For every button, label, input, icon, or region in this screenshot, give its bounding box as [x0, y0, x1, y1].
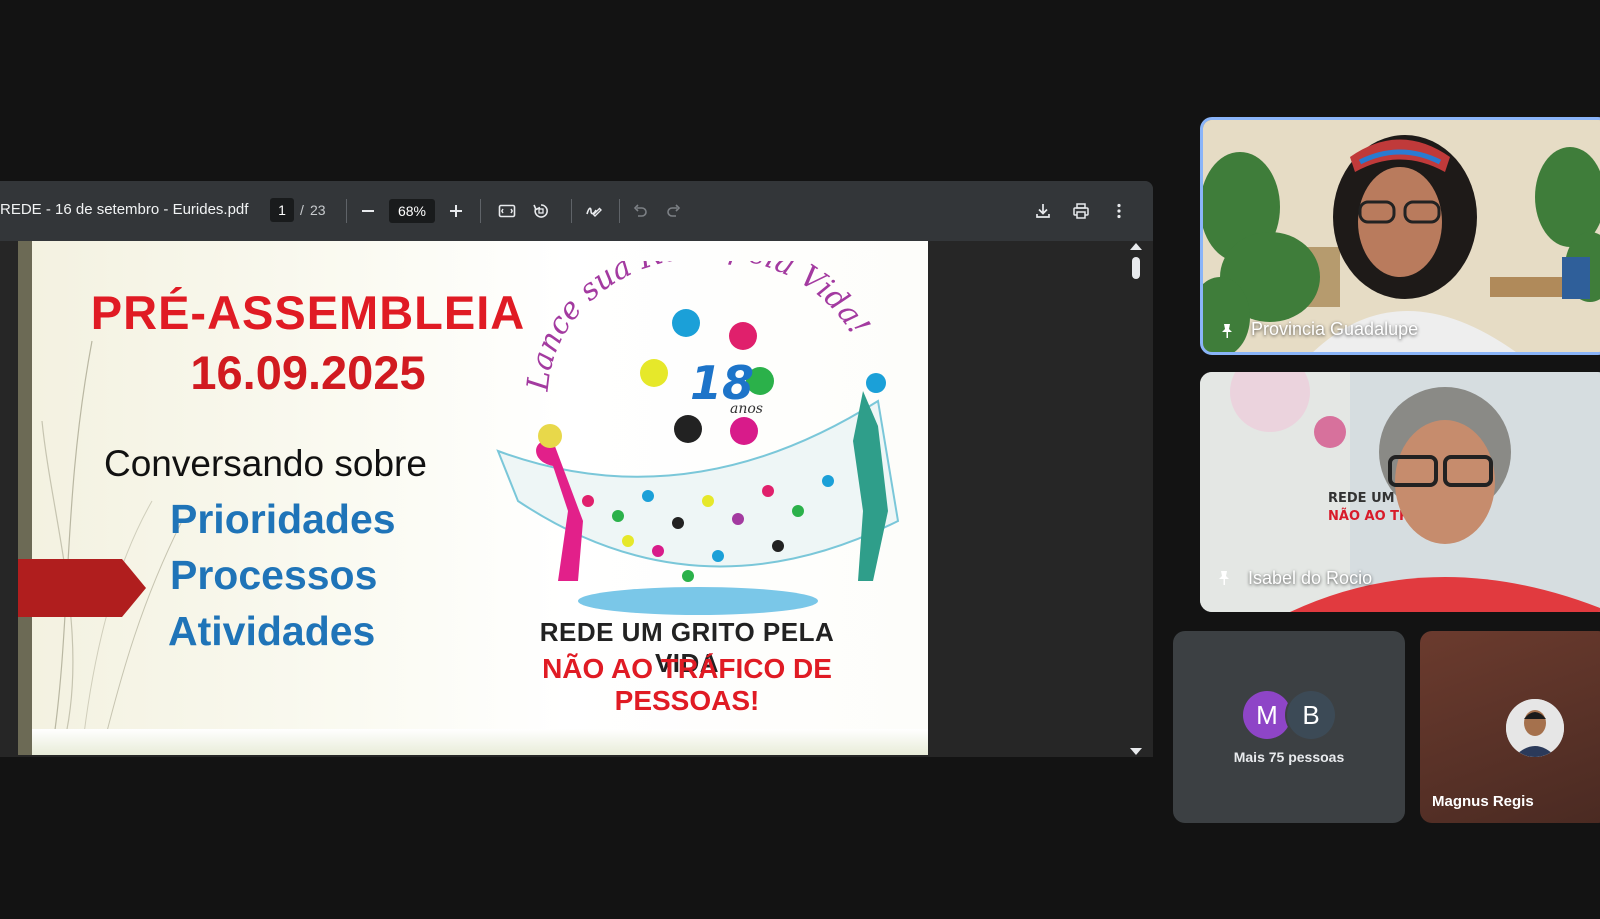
rede-slogan: NÃO AO TRÁFICO DE PESSOAS!	[542, 653, 832, 716]
pdf-viewer: REDE - 16 de setembro - Eurides.pdf 1 / …	[0, 181, 1153, 757]
water-shape	[578, 587, 818, 615]
toolbar-divider	[571, 199, 572, 223]
scroll-up-arrow-icon[interactable]	[1130, 243, 1142, 250]
undo-button[interactable]	[626, 197, 654, 225]
avatar: M	[1243, 691, 1291, 739]
more-options-button[interactable]	[1105, 197, 1133, 225]
redo-button[interactable]	[660, 197, 688, 225]
pin-icon[interactable]	[1219, 322, 1237, 340]
annotate-button[interactable]	[580, 197, 608, 225]
slide-subtitle: Conversando sobre	[104, 443, 427, 484]
undo-icon	[633, 204, 647, 217]
participant-name: Isabel do Rocio	[1248, 568, 1373, 588]
toolbar-divider	[346, 199, 347, 223]
slide-item-atividades: Atividades	[168, 608, 376, 654]
zoom-in-icon	[450, 205, 462, 217]
slide-item-prioridades: Prioridades	[170, 496, 396, 542]
red-arrow-shape	[18, 559, 146, 617]
participant-name: Provincia Guadalupe	[1251, 319, 1419, 339]
toolbar-divider	[480, 199, 481, 223]
pin-icon[interactable]	[1216, 569, 1234, 587]
print-button[interactable]	[1067, 197, 1095, 225]
zoom-in-button[interactable]	[442, 197, 470, 225]
page-separator: /	[300, 202, 304, 218]
annotate-icon	[586, 207, 602, 217]
participant-name: Magnus Regis	[1432, 793, 1534, 810]
avatar: B	[1287, 691, 1335, 739]
redo-icon	[667, 204, 681, 217]
fit-page-icon	[498, 204, 516, 218]
rotate-button[interactable]	[527, 197, 555, 225]
download-button[interactable]	[1029, 197, 1057, 225]
pdf-scrollbar[interactable]	[1129, 241, 1143, 757]
page-number-input[interactable]: 1	[270, 198, 294, 222]
document-title: REDE - 16 de setembro - Eurides.pdf	[0, 201, 249, 218]
participant-tile-provincia-guadalupe[interactable]: Provincia Guadalupe	[1200, 117, 1600, 355]
slide-side-strip	[18, 241, 32, 755]
pdf-page: PRÉ-ASSEMBLEIA 16.09.2025 Conversando so…	[18, 241, 928, 755]
toolbar-divider	[619, 199, 620, 223]
logo-years-unit: anos	[730, 401, 763, 417]
participant-tile-isabel-do-rocio[interactable]: REDE UM GR NÃO AO TRÁ Isabel do Rocio	[1200, 372, 1600, 612]
slide-item-processos: Processos	[170, 552, 378, 598]
rede-logo: Lance sua Rede pela Vida! 18 anos	[496, 261, 900, 615]
pdf-toolbar: REDE - 16 de setembro - Eurides.pdf 1 / …	[0, 181, 1153, 241]
page-total: 23	[310, 202, 326, 218]
more-participants-label: Mais 75 pessoas	[1233, 749, 1345, 765]
download-icon	[1036, 204, 1050, 218]
zoom-level-input[interactable]: 68%	[389, 199, 435, 223]
print-icon	[1073, 203, 1089, 219]
more-vert-icon	[1117, 203, 1121, 219]
more-participants-tile[interactable]: M B Mais 75 pessoas	[1173, 631, 1405, 823]
profile-photo	[1506, 699, 1564, 757]
zoom-out-button[interactable]	[354, 197, 382, 225]
scroll-down-arrow-icon[interactable]	[1130, 748, 1142, 755]
avatar	[1506, 699, 1564, 757]
zoom-out-icon	[362, 210, 374, 212]
participant-tile-magnus-regis[interactable]: Magnus Regis	[1420, 631, 1600, 823]
slide-bottom-band	[32, 729, 928, 755]
fit-page-button[interactable]	[493, 197, 521, 225]
scrollbar-thumb[interactable]	[1132, 257, 1140, 279]
rotate-icon	[533, 204, 548, 218]
